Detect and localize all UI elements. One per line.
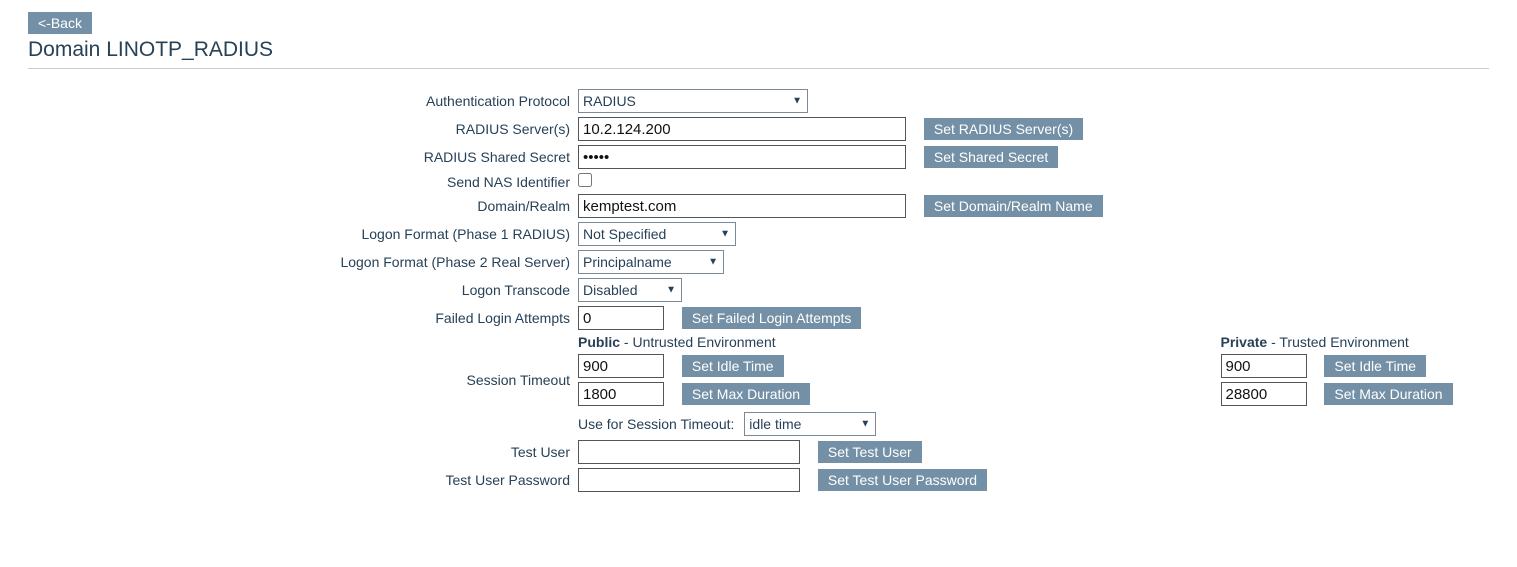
label-radius-servers: RADIUS Server(s) [28,115,574,143]
label-logon-format-phase2: Logon Format (Phase 2 Real Server) [28,248,574,276]
logon-transcode-select-wrap: Disabled [578,278,682,302]
label-test-user: Test User [28,438,574,466]
back-button[interactable]: <-Back [28,12,92,34]
domain-realm-input[interactable] [578,194,906,218]
set-public-idle-time-button[interactable]: Set Idle Time [682,355,784,377]
auth-protocol-select-wrap: RADIUS [578,89,808,113]
public-idle-time-input[interactable] [578,354,664,378]
set-private-idle-time-button[interactable]: Set Idle Time [1324,355,1426,377]
logon-format-phase1-select[interactable]: Not Specified [578,222,736,246]
public-env-label: Public - Untrusted Environment [578,334,776,350]
config-form-table: Authentication Protocol RADIUS RADIUS Se… [28,87,1489,494]
send-nas-identifier-checkbox[interactable] [578,173,592,187]
use-for-session-timeout-select-wrap: idle time [744,412,876,436]
logon-transcode-select[interactable]: Disabled [578,278,682,302]
test-user-password-input[interactable] [578,468,800,492]
private-max-duration-input[interactable] [1221,382,1307,406]
label-radius-shared-secret: RADIUS Shared Secret [28,143,574,171]
label-logon-transcode: Logon Transcode [28,276,574,304]
radius-servers-input[interactable] [578,117,906,141]
label-use-for-session-timeout: Use for Session Timeout: [578,416,734,432]
set-domain-realm-button[interactable]: Set Domain/Realm Name [924,195,1103,217]
set-public-max-duration-button[interactable]: Set Max Duration [682,383,810,405]
label-session-timeout: Session Timeout [28,352,574,408]
logon-format-phase2-select-wrap: Principalname [578,250,724,274]
radius-shared-secret-input[interactable] [578,145,906,169]
set-shared-secret-button[interactable]: Set Shared Secret [924,146,1058,168]
use-for-session-timeout-select[interactable]: idle time [744,412,876,436]
auth-protocol-select[interactable]: RADIUS [578,89,808,113]
label-logon-format-phase1: Logon Format (Phase 1 RADIUS) [28,220,574,248]
test-user-input[interactable] [578,440,800,464]
set-private-max-duration-button[interactable]: Set Max Duration [1324,383,1452,405]
label-domain-realm: Domain/Realm [28,192,574,220]
set-test-user-button[interactable]: Set Test User [818,441,922,463]
private-idle-time-input[interactable] [1221,354,1307,378]
page-title: Domain LINOTP_RADIUS [28,38,1489,62]
set-radius-servers-button[interactable]: Set RADIUS Server(s) [924,118,1083,140]
title-rule [28,68,1489,69]
label-send-nas-identifier: Send NAS Identifier [28,171,574,192]
logon-format-phase1-select-wrap: Not Specified [578,222,736,246]
label-failed-login-attempts: Failed Login Attempts [28,304,574,332]
set-failed-login-attempts-button[interactable]: Set Failed Login Attempts [682,307,862,329]
failed-login-attempts-input[interactable] [578,306,664,330]
public-max-duration-input[interactable] [578,382,664,406]
label-test-user-password: Test User Password [28,466,574,494]
private-env-label: Private - Trusted Environment [1221,334,1409,350]
logon-format-phase2-select[interactable]: Principalname [578,250,724,274]
label-auth-protocol: Authentication Protocol [28,87,574,115]
set-test-user-password-button[interactable]: Set Test User Password [818,469,987,491]
